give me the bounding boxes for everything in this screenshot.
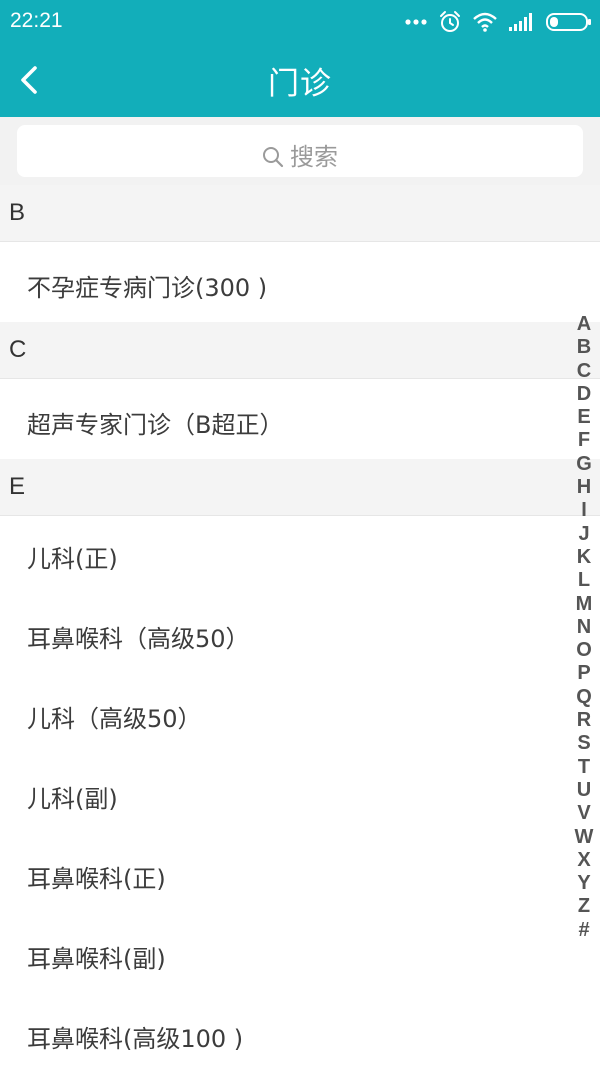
alphabet-index[interactable]: A B C D E F G H I J K L M N O P Q R S T … xyxy=(570,313,598,942)
index-letter-r[interactable]: R xyxy=(577,709,591,732)
index-letter-x[interactable]: X xyxy=(577,849,590,872)
status-icons xyxy=(404,8,592,36)
list-item[interactable]: 耳鼻喉科（高级50） xyxy=(0,596,600,676)
index-letter-c[interactable]: C xyxy=(577,360,591,383)
index-letter-v[interactable]: V xyxy=(577,802,590,825)
list-item[interactable]: 不孕症专病门诊(300 ) xyxy=(0,242,600,322)
status-time: 22:21 xyxy=(10,9,63,32)
list-item[interactable]: 超声专家门诊（B超正） xyxy=(0,379,600,459)
list-item-label: 儿科（高级50） xyxy=(27,705,202,733)
index-letter-y[interactable]: Y xyxy=(577,872,590,895)
list-item-label: 耳鼻喉科(高级100 ) xyxy=(27,1025,244,1053)
index-letter-hash[interactable]: # xyxy=(578,919,589,942)
title-bar: 门诊 xyxy=(0,44,600,117)
search-input[interactable]: 搜索 xyxy=(17,125,583,177)
list-item[interactable]: 儿科(副) xyxy=(0,756,600,836)
list-item[interactable]: 儿科（高级50） xyxy=(0,676,600,756)
index-letter-w[interactable]: W xyxy=(575,826,594,849)
index-letter-o[interactable]: O xyxy=(576,639,592,662)
search-icon xyxy=(263,147,284,168)
search-bar-container: 搜索 xyxy=(0,117,600,185)
search-placeholder: 搜索 xyxy=(290,143,338,171)
index-letter-t[interactable]: T xyxy=(578,756,590,779)
list-item[interactable]: 儿科(正) xyxy=(0,516,600,596)
list-item-label: 儿科(副) xyxy=(27,785,118,813)
section-header-c: C xyxy=(0,322,600,379)
more-dots-icon xyxy=(405,19,427,25)
section-header-b: B xyxy=(0,185,600,242)
list-item-label: 耳鼻喉科(副) xyxy=(27,945,166,973)
list-item-label: 耳鼻喉科(正) xyxy=(27,865,166,893)
index-letter-l[interactable]: L xyxy=(578,569,590,592)
section-letter: C xyxy=(9,336,27,363)
section-letter: B xyxy=(9,199,26,226)
index-letter-f[interactable]: F xyxy=(578,429,590,452)
section-header-e: E xyxy=(0,459,600,516)
list-item-label: 儿科(正) xyxy=(27,545,118,573)
index-letter-j[interactable]: J xyxy=(578,523,589,546)
page-title: 门诊 xyxy=(268,66,332,102)
battery-icon xyxy=(546,13,591,31)
alarm-icon xyxy=(440,11,460,32)
wifi-icon xyxy=(473,12,497,32)
index-letter-h[interactable]: H xyxy=(577,476,591,499)
status-bar: 22:21 xyxy=(0,0,600,44)
index-letter-q[interactable]: Q xyxy=(576,686,592,709)
clinic-list: B 不孕症专病门诊(300 ) C 超声专家门诊（B超正） E 儿科(正) 耳鼻… xyxy=(0,185,600,1076)
list-item-label: 耳鼻喉科（高级50） xyxy=(27,625,250,653)
index-letter-d[interactable]: D xyxy=(577,383,591,406)
index-letter-p[interactable]: P xyxy=(577,662,590,685)
index-letter-b[interactable]: B xyxy=(577,336,591,359)
index-letter-g[interactable]: G xyxy=(576,453,592,476)
list-item[interactable]: 耳鼻喉科(副) xyxy=(0,916,600,996)
index-letter-k[interactable]: K xyxy=(577,546,591,569)
index-letter-z[interactable]: Z xyxy=(578,895,590,918)
section-letter: E xyxy=(9,473,26,500)
index-letter-i[interactable]: I xyxy=(581,499,587,522)
app-bar: 22:21 门诊 xyxy=(0,0,600,117)
index-letter-e[interactable]: E xyxy=(577,406,590,429)
list-item-label: 超声专家门诊（B超正） xyxy=(27,411,284,439)
index-letter-s[interactable]: S xyxy=(577,732,590,755)
index-letter-a[interactable]: A xyxy=(577,313,591,336)
list-item-label: 不孕症专病门诊(300 ) xyxy=(27,274,268,302)
list-item[interactable]: 耳鼻喉科(高级100 ) xyxy=(0,996,600,1076)
list-item[interactable]: 耳鼻喉科(正) xyxy=(0,836,600,916)
signal-icon xyxy=(509,13,532,31)
index-letter-m[interactable]: M xyxy=(576,593,593,616)
index-letter-n[interactable]: N xyxy=(577,616,591,639)
index-letter-u[interactable]: U xyxy=(577,779,591,802)
